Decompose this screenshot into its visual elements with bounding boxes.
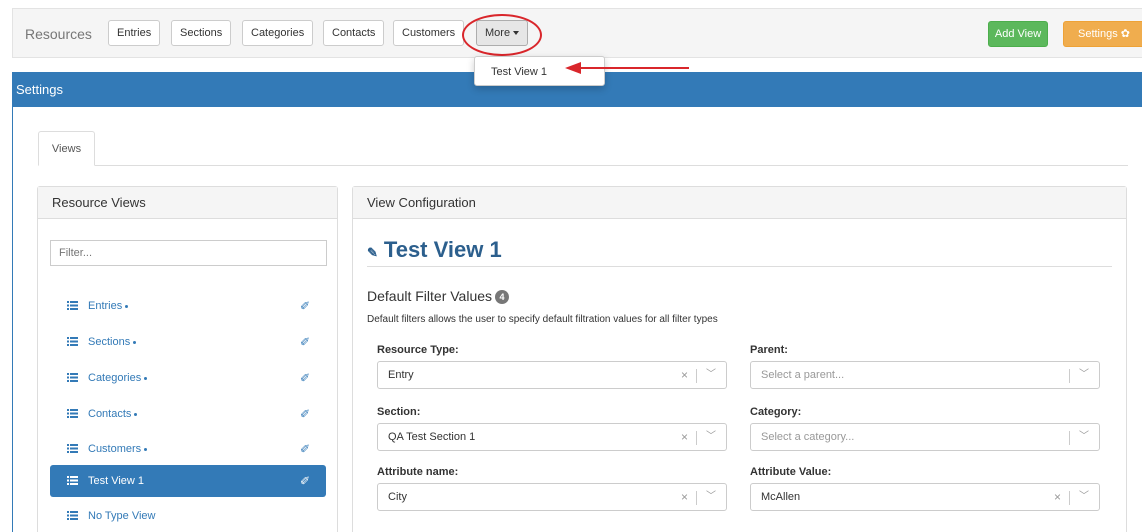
resource-views-panel: Resource Views Entries ✐ Sections ✐ Cate… — [37, 186, 338, 532]
toolbar-brand: Resources — [25, 26, 92, 42]
add-view-button[interactable]: Add View — [988, 21, 1048, 47]
annotation-circle — [462, 14, 542, 56]
pin-icon[interactable]: ✐ — [300, 290, 310, 322]
parent-select[interactable]: Select a parent... ﹀ — [750, 361, 1100, 389]
pencil-icon: ✎ — [367, 245, 378, 260]
parent-label: Parent: — [750, 344, 788, 356]
view-configuration-panel: View Configuration ✎ Test View 1 Default … — [352, 186, 1127, 532]
chevron-down-icon[interactable]: ﹀ — [1079, 484, 1089, 510]
tab-customers[interactable]: Customers — [393, 20, 465, 46]
clear-icon[interactable]: × — [681, 362, 688, 388]
pin-icon[interactable]: ✐ — [300, 398, 310, 430]
tabs-divider — [38, 165, 1128, 166]
view-item-label: Categories — [88, 372, 142, 384]
default-dot-icon — [144, 376, 148, 380]
view-name: Test View 1 — [383, 237, 502, 262]
tab-views[interactable]: Views — [38, 131, 95, 166]
gear-icon: ✿ — [1120, 28, 1131, 40]
view-item-customers[interactable]: Customers ✐ — [50, 433, 326, 465]
clear-icon[interactable]: × — [681, 424, 688, 450]
separator — [696, 491, 697, 505]
view-item-no-type-view[interactable]: No Type View — [50, 500, 326, 532]
pin-icon[interactable]: ✐ — [300, 465, 310, 497]
attribute-value-label: Attribute Value: — [750, 466, 832, 478]
clear-icon[interactable]: × — [681, 484, 688, 510]
list-icon — [67, 444, 78, 453]
list-icon — [67, 373, 78, 382]
default-dot-icon — [133, 340, 137, 344]
view-item-label: Customers — [88, 443, 142, 455]
tab-contacts[interactable]: Contacts — [323, 20, 385, 46]
resources-toolbar: Resources Entries Sections Categories Co… — [12, 8, 1142, 58]
category-select[interactable]: Select a category... ﹀ — [750, 423, 1100, 451]
default-dot-icon — [144, 447, 148, 451]
attribute-name-label: Attribute name: — [377, 466, 459, 478]
filters-count-badge: 4 — [495, 290, 510, 305]
view-item-label: Test View 1 — [88, 475, 145, 487]
section-label: Section: — [377, 406, 421, 418]
view-item-label: No Type View — [88, 510, 156, 522]
filters-description: Default filters allows the user to speci… — [367, 314, 718, 325]
attribute-value-select[interactable]: McAllen × ﹀ — [750, 483, 1100, 511]
settings-button[interactable]: Settings ✿ — [1063, 21, 1142, 47]
view-item-contacts[interactable]: Contacts ✐ — [50, 398, 326, 430]
list-icon — [67, 337, 78, 346]
tab-sections[interactable]: Sections — [171, 20, 232, 46]
list-icon — [67, 476, 78, 485]
chevron-down-icon[interactable]: ﹀ — [706, 424, 716, 450]
divider — [367, 266, 1112, 267]
tab-categories[interactable]: Categories — [242, 20, 314, 46]
filters-heading: Default Filter Values 4 — [367, 288, 510, 305]
attribute-name-value: City — [388, 491, 407, 503]
resource-views-title: Resource Views — [38, 187, 337, 219]
view-name-heading[interactable]: ✎ Test View 1 — [367, 237, 502, 263]
clear-icon[interactable]: × — [1054, 484, 1061, 510]
list-icon — [67, 511, 78, 520]
view-item-label: Sections — [88, 336, 131, 348]
chevron-down-icon[interactable]: ﹀ — [706, 484, 716, 510]
pin-icon[interactable]: ✐ — [300, 326, 310, 358]
filters-heading-text: Default Filter Values — [367, 288, 493, 304]
resource-type-select[interactable]: Entry × ﹀ — [377, 361, 727, 389]
default-dot-icon — [125, 304, 129, 308]
filter-input[interactable] — [50, 240, 327, 266]
default-dot-icon — [134, 412, 138, 416]
view-item-label: Contacts — [88, 408, 132, 420]
section-value: QA Test Section 1 — [388, 431, 476, 443]
resource-type-label: Resource Type: — [377, 344, 459, 356]
view-item-test-view-1[interactable]: Test View 1 ✐ — [50, 465, 326, 497]
chevron-down-icon[interactable]: ﹀ — [1079, 424, 1089, 450]
attribute-name-select[interactable]: City × ﹀ — [377, 483, 727, 511]
view-item-categories[interactable]: Categories ✐ — [50, 362, 326, 394]
tab-entries[interactable]: Entries — [108, 20, 161, 46]
view-configuration-title: View Configuration — [353, 187, 1126, 219]
view-item-sections[interactable]: Sections ✐ — [50, 326, 326, 358]
view-item-entries[interactable]: Entries ✐ — [50, 290, 326, 322]
separator — [696, 431, 697, 445]
separator — [1069, 431, 1070, 445]
annotation-arrow — [565, 62, 689, 74]
settings-label: Settings — [1077, 28, 1118, 40]
dropdown-item-test-view-1[interactable]: Test View 1 — [491, 57, 547, 87]
separator — [1069, 369, 1070, 383]
view-item-label: Entries — [88, 300, 123, 312]
category-label: Category: — [750, 406, 802, 418]
attribute-value-value: McAllen — [761, 491, 801, 503]
separator — [696, 369, 697, 383]
chevron-down-icon[interactable]: ﹀ — [706, 362, 716, 388]
separator — [1069, 491, 1070, 505]
parent-placeholder: Select a parent... — [761, 369, 845, 381]
resource-type-value: Entry — [388, 369, 414, 381]
chevron-down-icon[interactable]: ﹀ — [1079, 362, 1089, 388]
list-icon — [67, 301, 78, 310]
category-placeholder: Select a category... — [761, 431, 855, 443]
pin-icon[interactable]: ✐ — [300, 433, 310, 465]
section-select[interactable]: QA Test Section 1 × ﹀ — [377, 423, 727, 451]
list-icon — [67, 409, 78, 418]
pin-icon[interactable]: ✐ — [300, 362, 310, 394]
